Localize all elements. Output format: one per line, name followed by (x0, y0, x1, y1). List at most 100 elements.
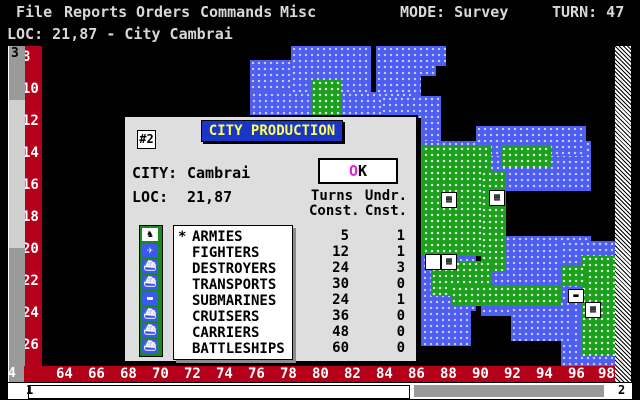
turns-const-header: Turns Const. (309, 188, 360, 219)
unit-row-battleships[interactable]: BATTLESHIPS (174, 341, 292, 357)
dialog-title: CITY PRODUCTION (201, 120, 343, 142)
unit-name: DESTROYERS (192, 261, 277, 277)
submarine-icon[interactable]: ▬ (142, 292, 158, 305)
turns-value: 12 (332, 244, 349, 260)
unit-name: BATTLESHIPS (192, 341, 285, 357)
col-label: 92 (504, 366, 521, 382)
turns-value: 60 (332, 340, 349, 356)
values-row: 24 3 (305, 260, 405, 276)
unit-name: TRANSPORTS (192, 277, 277, 293)
city-marker-icon[interactable]: ▦ (489, 190, 505, 206)
col-label: 90 (472, 366, 489, 382)
col-label: 84 (376, 366, 393, 382)
menu-orders[interactable]: Orders (136, 0, 190, 24)
hscroll-left-number: 1 (26, 383, 34, 397)
values-row: 12 1 (305, 244, 405, 260)
under-value: 0 (396, 324, 405, 340)
hscroll-right-number: 2 (618, 383, 626, 397)
corner-number: 4 (8, 366, 16, 381)
land-tile (481, 171, 506, 271)
col-label: 78 (280, 366, 297, 382)
unit-name: FIGHTERS (192, 245, 260, 261)
header-line: Const. (309, 203, 360, 219)
column-ruler: 64 66 68 70 72 74 76 78 80 82 84 86 88 9… (24, 366, 616, 382)
ok-button[interactable]: OK (318, 158, 398, 184)
unit-row-transports[interactable]: TRANSPORTS (174, 277, 292, 293)
location-status: LOC: 21,87 - City Cambrai (0, 24, 640, 44)
col-label: 88 (440, 366, 457, 382)
horizontal-scrollbar[interactable]: 1 2 (8, 382, 632, 399)
under-value: 0 (396, 308, 405, 324)
menu-bar: File Reports Orders Commands Misc MODE: … (0, 0, 640, 24)
loc-value: 21,87 (187, 188, 233, 206)
land-tile (451, 286, 561, 306)
sea-tile (511, 301, 571, 341)
menu-file[interactable]: File (16, 0, 52, 24)
unit-row-cruisers[interactable]: CRUISERS (174, 309, 292, 325)
sea-tile (416, 311, 471, 346)
menu-commands[interactable]: Commands (200, 0, 272, 24)
city-marker-icon[interactable]: ▦ (441, 192, 457, 208)
col-label: 94 (536, 366, 553, 382)
values-row: 48 0 (305, 324, 405, 340)
land-tile (561, 266, 586, 286)
city-marker-icon[interactable]: ▦ (585, 302, 601, 318)
values-row: 24 1 (305, 292, 405, 308)
col-label: 72 (184, 366, 201, 382)
col-label: 66 (88, 366, 105, 382)
turn-indicator: TURN: 47 (552, 3, 625, 21)
col-label: 64 (56, 366, 73, 382)
unit-row-armies[interactable]: * ARMIES (174, 229, 292, 245)
col-label: 96 (568, 366, 585, 382)
values-row: 30 0 (305, 276, 405, 292)
land-tile (501, 146, 551, 168)
col-label: 68 (120, 366, 137, 382)
carrier-icon[interactable]: ⛴ (142, 324, 158, 337)
unit-name: CARRIERS (192, 325, 260, 341)
city-label: CITY: (132, 164, 178, 182)
unit-row-carriers[interactable]: CARRIERS (174, 325, 292, 341)
fighter-icon[interactable]: ✈ (142, 244, 158, 257)
unit-row-fighters[interactable]: FIGHTERS (174, 245, 292, 261)
destroyer-icon[interactable]: ⛴ (142, 260, 158, 273)
city-production-dialog: #2 CITY PRODUCTION CITY: Cambrai LOC: 21… (123, 115, 418, 363)
city-marker-icon[interactable]: ▦ (441, 254, 457, 270)
under-value: 1 (396, 292, 405, 308)
turns-value: 30 (332, 276, 349, 292)
menu-reports[interactable]: Reports (64, 0, 127, 24)
unit-name: SUBMARINES (192, 293, 277, 309)
header-line: Undr. (364, 188, 408, 204)
under-value: 1 (396, 244, 405, 260)
col-label: 82 (344, 366, 361, 382)
transport-unit-icon[interactable]: ▬ (568, 289, 584, 303)
horizontal-scroll-thumb[interactable] (28, 385, 410, 399)
sea-tile (376, 46, 436, 76)
turns-value: 24 (332, 292, 349, 308)
unit-type-list[interactable]: * ARMIES FIGHTERS DESTROYERS TRANSPORTS … (173, 225, 293, 360)
vscroll-number: 3 (11, 46, 19, 61)
vertical-scroll-thumb[interactable] (9, 100, 25, 248)
values-row: 5 1 (305, 228, 405, 244)
unit-row-submarines[interactable]: SUBMARINES (174, 293, 292, 309)
selection-cursor-icon[interactable] (425, 254, 441, 270)
turns-value: 48 (332, 324, 349, 340)
right-edge-pattern (615, 46, 631, 382)
unit-row-destroyers[interactable]: DESTROYERS (174, 261, 292, 277)
cruiser-icon[interactable]: ⛴ (142, 308, 158, 321)
transport-icon[interactable]: ⛴ (142, 276, 158, 289)
battleship-icon[interactable]: ⛴ (142, 340, 158, 353)
location-text: LOC: 21,87 - City Cambrai (7, 25, 233, 43)
col-label: 74 (216, 366, 233, 382)
mode-indicator: MODE: Survey (400, 3, 509, 21)
col-label: 86 (408, 366, 425, 382)
loc-label: LOC: (132, 188, 169, 206)
horizontal-scroll-track[interactable] (414, 385, 604, 397)
army-icon[interactable]: ♞ (142, 228, 158, 241)
vertical-scrollbar[interactable]: 3 (8, 46, 25, 382)
under-value: 3 (396, 260, 405, 276)
under-value: 0 (396, 340, 405, 356)
menu-misc[interactable]: Misc (280, 0, 316, 24)
unit-name: ARMIES (192, 229, 243, 245)
header-line: Turns (310, 188, 354, 204)
under-value: 1 (396, 228, 405, 244)
